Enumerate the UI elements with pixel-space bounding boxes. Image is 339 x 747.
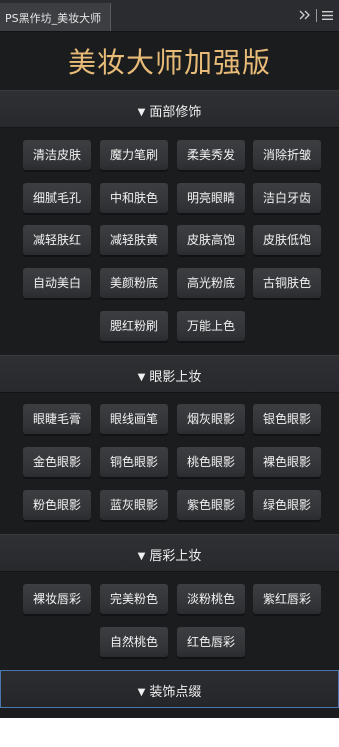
panel-tab[interactable]: PS黑作坊_美妆大师 — [0, 3, 111, 31]
section-title: 面部修饰 — [149, 105, 202, 120]
triangle-down-icon: ▼ — [137, 107, 146, 118]
eyeshadow-button[interactable]: 眼线画笔 — [100, 404, 168, 434]
triangle-down-icon: ▼ — [137, 372, 146, 383]
eyeshadow-button[interactable]: 紫色眼影 — [177, 490, 245, 520]
face-button[interactable]: 魔力笔刷 — [100, 140, 168, 170]
panel-bottom — [0, 708, 339, 718]
triangle-down-icon: ▼ — [137, 687, 146, 698]
eyeshadow-button[interactable]: 粉色眼影 — [23, 490, 91, 520]
face-button[interactable]: 消除折皱 — [253, 140, 321, 170]
toolbar-separator — [316, 9, 317, 22]
section-header-lip[interactable]: ▼ 唇彩上妆 — [0, 534, 339, 572]
app-title: 美妆大师加强版 — [67, 46, 271, 79]
eyeshadow-button[interactable]: 桃色眼影 — [177, 447, 245, 477]
lip-button[interactable]: 自然桃色 — [100, 627, 168, 657]
panel-tab-bar: PS黑作坊_美妆大师 — [0, 0, 339, 32]
face-button[interactable]: 古铜肤色 — [253, 268, 321, 298]
face-button[interactable]: 减轻肤红 — [23, 225, 91, 255]
lip-button[interactable]: 裸妆唇彩 — [23, 584, 91, 614]
face-button[interactable]: 高光粉底 — [177, 268, 245, 298]
section-header-eyeshadow[interactable]: ▼ 眼影上妆 — [0, 355, 339, 393]
eyeshadow-button[interactable]: 绿色眼影 — [253, 490, 321, 520]
hamburger-menu-icon[interactable] — [322, 10, 333, 21]
section-header-decoration[interactable]: ▼ 装饰点缀 — [0, 670, 339, 708]
lip-button[interactable]: 红色唇彩 — [177, 627, 245, 657]
lip-button[interactable]: 完美粉色 — [100, 584, 168, 614]
section-title: 眼影上妆 — [149, 370, 202, 385]
face-button[interactable]: 洁白牙齿 — [253, 183, 321, 213]
face-button[interactable]: 皮肤低饱 — [253, 225, 321, 255]
section-title: 装饰点缀 — [149, 685, 202, 700]
eyeshadow-button[interactable]: 裸色眼影 — [253, 447, 321, 477]
face-button[interactable]: 皮肤高饱 — [177, 225, 245, 255]
face-button[interactable]: 清洁皮肤 — [23, 140, 91, 170]
title-area: 美妆大师加强版 — [0, 32, 339, 90]
lip-button[interactable]: 淡粉桃色 — [177, 584, 245, 614]
face-button[interactable]: 自动美白 — [23, 268, 91, 298]
face-button[interactable]: 细腻毛孔 — [23, 183, 91, 213]
section-header-face[interactable]: ▼ 面部修饰 — [0, 90, 339, 128]
beauty-master-panel: PS黑作坊_美妆大师 美妆大师加强版 ▼ 面部修饰 清洁皮肤 魔力笔刷 柔美秀发 … — [0, 0, 339, 718]
face-button[interactable]: 万能上色 — [177, 311, 245, 341]
panel-tab-label: PS黑作坊_美妆大师 — [5, 12, 102, 25]
face-button[interactable]: 明亮眼睛 — [177, 183, 245, 213]
face-button[interactable]: 美颜粉底 — [100, 268, 168, 298]
triangle-down-icon: ▼ — [137, 551, 146, 562]
eyeshadow-button[interactable]: 眼睫毛膏 — [23, 404, 91, 434]
eyeshadow-button[interactable]: 金色眼影 — [23, 447, 91, 477]
lip-button[interactable]: 紫红唇彩 — [253, 584, 321, 614]
face-button[interactable]: 柔美秀发 — [177, 140, 245, 170]
section-title: 唇彩上妆 — [149, 549, 202, 564]
face-button[interactable]: 减轻肤黄 — [100, 225, 168, 255]
eyeshadow-button[interactable]: 蓝灰眼影 — [100, 490, 168, 520]
face-button[interactable]: 腮红粉刷 — [100, 311, 168, 341]
eyeshadow-button[interactable]: 铜色眼影 — [100, 447, 168, 477]
face-button[interactable]: 中和肤色 — [100, 183, 168, 213]
eyeshadow-button[interactable]: 银色眼影 — [253, 404, 321, 434]
eyeshadow-button[interactable]: 烟灰眼影 — [177, 404, 245, 434]
double-chevron-right-icon[interactable] — [299, 9, 311, 21]
